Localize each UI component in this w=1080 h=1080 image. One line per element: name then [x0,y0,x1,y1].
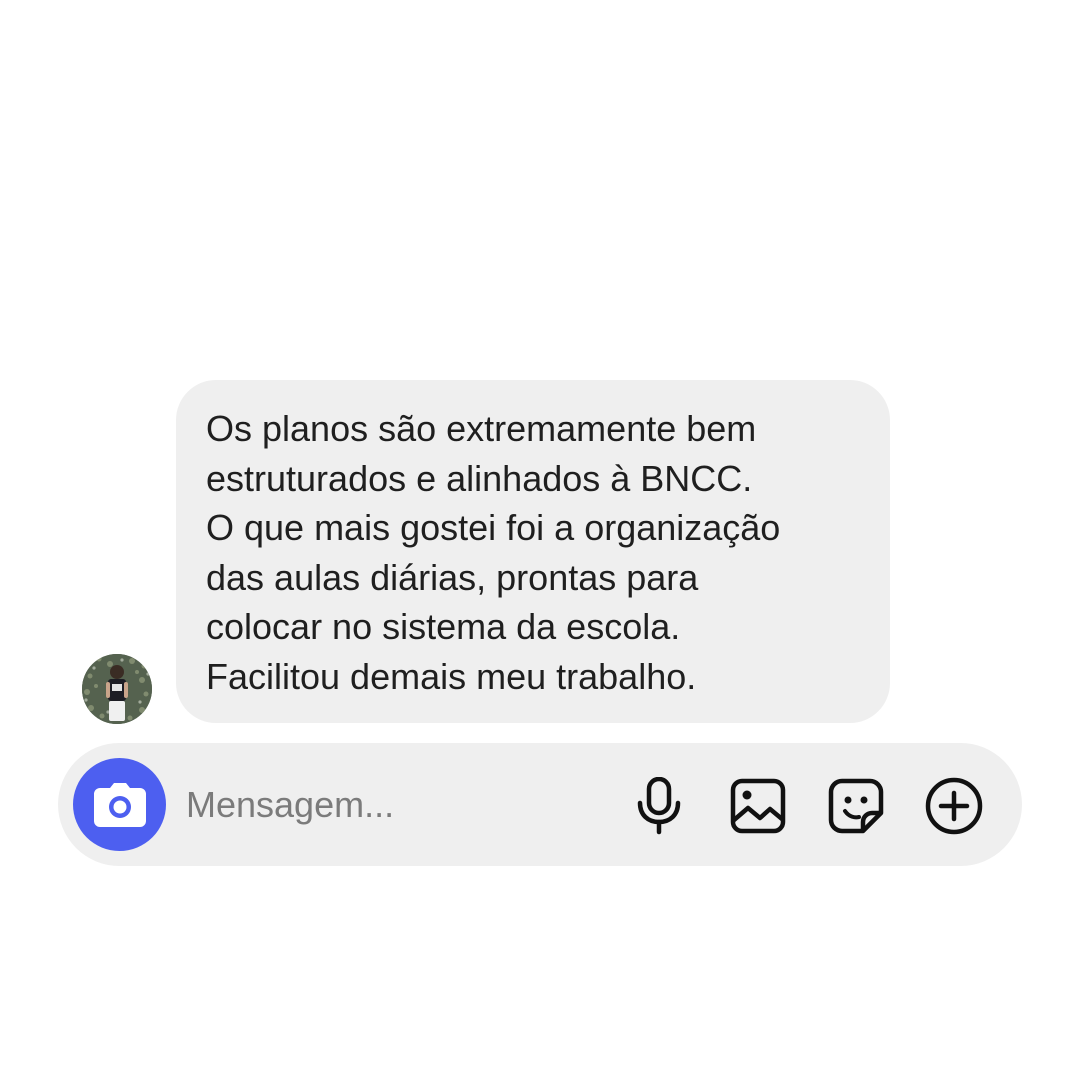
microphone-icon [637,777,681,835]
message-line: O que mais gostei foi a organização [206,507,781,548]
message-line: das aulas diárias, prontas para [206,556,699,598]
chat-screen: Os planos são extremamente bem estrutura… [0,0,1080,1080]
message-bubble[interactable]: Os planos são extremamente bem estrutura… [176,380,890,723]
message-line: Os planos são extremamente bem [206,408,757,449]
message-line: Facilitou demais meu trabalho. [206,655,697,697]
message-composer [58,743,1022,866]
avatar[interactable] [82,654,152,724]
camera-icon [93,782,146,827]
image-icon [730,778,786,834]
message-line: colocar no sistema da escola. [206,606,681,647]
message-line: estruturados e alinhados à BNCC. [206,457,753,499]
add-button[interactable] [924,776,984,836]
microphone-button[interactable] [629,776,689,836]
sticker-button[interactable] [826,776,886,836]
plus-circle-icon [925,777,983,835]
camera-button[interactable] [73,758,166,851]
message-input[interactable] [186,776,606,834]
avatar-photo [82,654,152,724]
sticker-icon [828,778,884,834]
gallery-button[interactable] [728,776,788,836]
